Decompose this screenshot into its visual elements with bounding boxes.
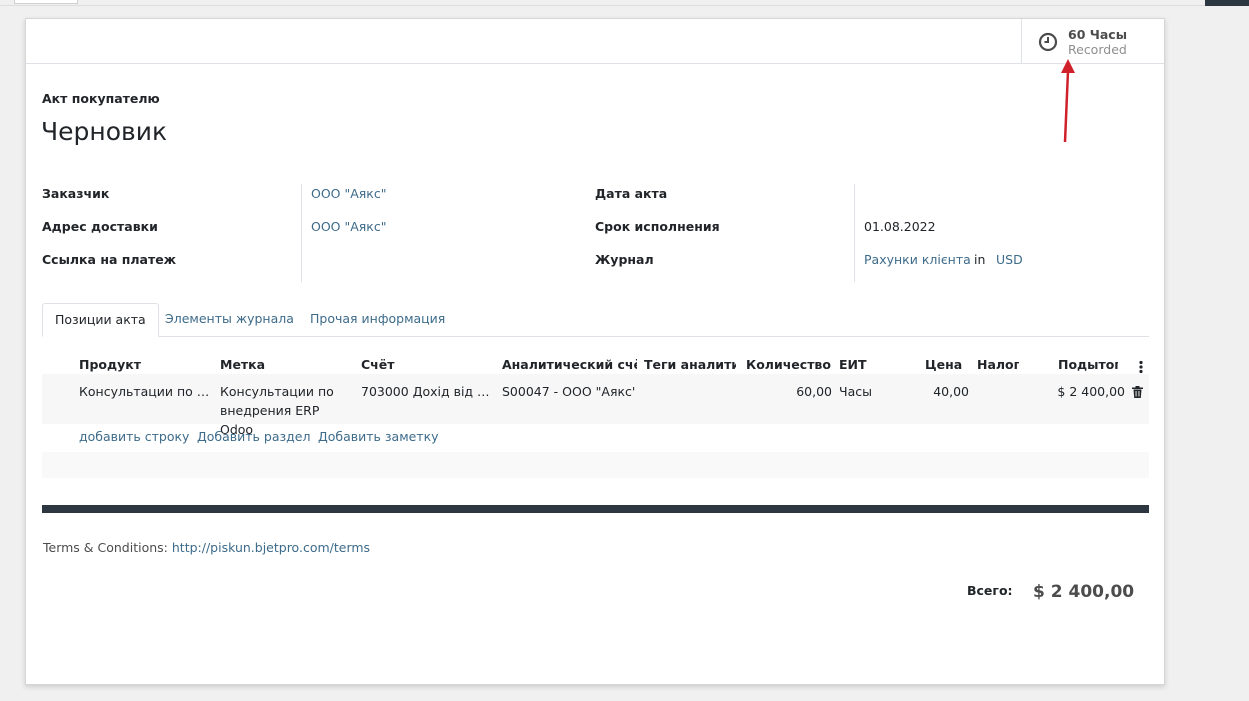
button-box: 60 Часы Recorded — [26, 19, 1164, 64]
due-date-field[interactable]: 01.08.2022 — [864, 219, 936, 234]
column-price[interactable]: Цена — [925, 357, 965, 372]
clock-icon — [1038, 32, 1058, 52]
red-arrow-annotation — [1061, 59, 1075, 143]
section-divider-bar — [42, 505, 1149, 513]
empty-table-row — [42, 452, 1149, 478]
tab-invoice-lines[interactable]: Позиции акта — [42, 303, 159, 337]
column-uom[interactable]: ЕИТ — [839, 357, 879, 372]
currency-field[interactable]: USD — [996, 252, 1023, 267]
column-analytic-tags[interactable]: Теги аналитики — [644, 357, 736, 372]
line-quantity[interactable]: 60,00 — [746, 384, 832, 399]
column-options-icon[interactable] — [1138, 360, 1144, 374]
notebook-tabs: Позиции акта Элементы журнала Прочая инф… — [42, 303, 1149, 337]
column-subtotal[interactable]: Подытог — [1058, 357, 1118, 372]
terms-label: Terms & Conditions: — [43, 540, 168, 555]
column-quantity[interactable]: Количество — [746, 357, 836, 372]
timesheet-stat-button[interactable]: 60 Часы Recorded — [1021, 19, 1164, 64]
document-name: Черновик — [41, 117, 168, 146]
line-analytic-account[interactable]: S00047 - ООО "Аякс" — [502, 384, 635, 399]
add-section-button[interactable]: Добавить раздел — [197, 429, 310, 444]
payment-reference-label: Ссылка на платеж — [42, 252, 177, 267]
add-note-button[interactable]: Добавить заметку — [318, 429, 439, 444]
total-amount: $ 2 400,00 — [1033, 582, 1135, 602]
delivery-address-label: Адрес доставки — [42, 219, 158, 234]
invoice-date-label: Дата акта — [595, 186, 668, 201]
line-uom[interactable]: Часы — [839, 384, 879, 399]
journal-label: Журнал — [595, 252, 654, 267]
column-taxes[interactable]: Налоги — [977, 357, 1019, 372]
add-line-button[interactable]: добавить строку — [79, 429, 189, 444]
terms-link[interactable]: http://piskun.bjetpro.com/terms — [172, 540, 370, 555]
tab-other-info[interactable]: Прочая информация — [298, 303, 457, 337]
top-tab-stub — [14, 0, 78, 4]
column-label[interactable]: Метка — [220, 357, 350, 372]
total-label: Всего: — [967, 583, 1013, 598]
line-product[interactable]: Консультации по внедрения ERP Odoo — [79, 384, 212, 399]
top-right-dark-block — [1205, 0, 1249, 6]
customer-label: Заказчик — [42, 186, 110, 201]
column-account[interactable]: Счёт — [361, 357, 491, 372]
delivery-address-field[interactable]: ООО "Аякс" — [311, 219, 386, 234]
document-type: Акт покупателю — [42, 91, 160, 106]
right-field-separator — [854, 184, 855, 282]
line-price[interactable]: 40,00 — [906, 384, 969, 399]
stat-label: Recorded — [1068, 42, 1127, 57]
left-field-separator — [301, 184, 302, 282]
top-bar — [0, 0, 1249, 6]
column-analytic-account[interactable]: Аналитический счёт — [502, 357, 637, 372]
table-row[interactable] — [42, 374, 1149, 424]
customer-field[interactable]: ООО "Аякс" — [311, 186, 386, 201]
tab-journal-items[interactable]: Элементы журнала — [153, 303, 306, 337]
form-sheet: 60 Часы Recorded Акт покупателю Черновик… — [25, 18, 1165, 685]
line-account[interactable]: 703000 Дохід від реалізації — [361, 384, 494, 399]
line-subtotal: $ 2 400,00 — [1057, 384, 1125, 399]
column-product[interactable]: Продукт — [79, 357, 209, 372]
due-date-label: Срок исполнения — [595, 219, 720, 234]
journal-field[interactable]: Рахунки клієнта — [864, 252, 971, 267]
journal-in-text: in — [974, 252, 986, 267]
terms-and-conditions: Terms & Conditions: http://piskun.bjetpr… — [43, 540, 370, 555]
stat-value: 60 Часы — [1068, 27, 1127, 42]
trash-icon[interactable] — [1132, 386, 1143, 398]
